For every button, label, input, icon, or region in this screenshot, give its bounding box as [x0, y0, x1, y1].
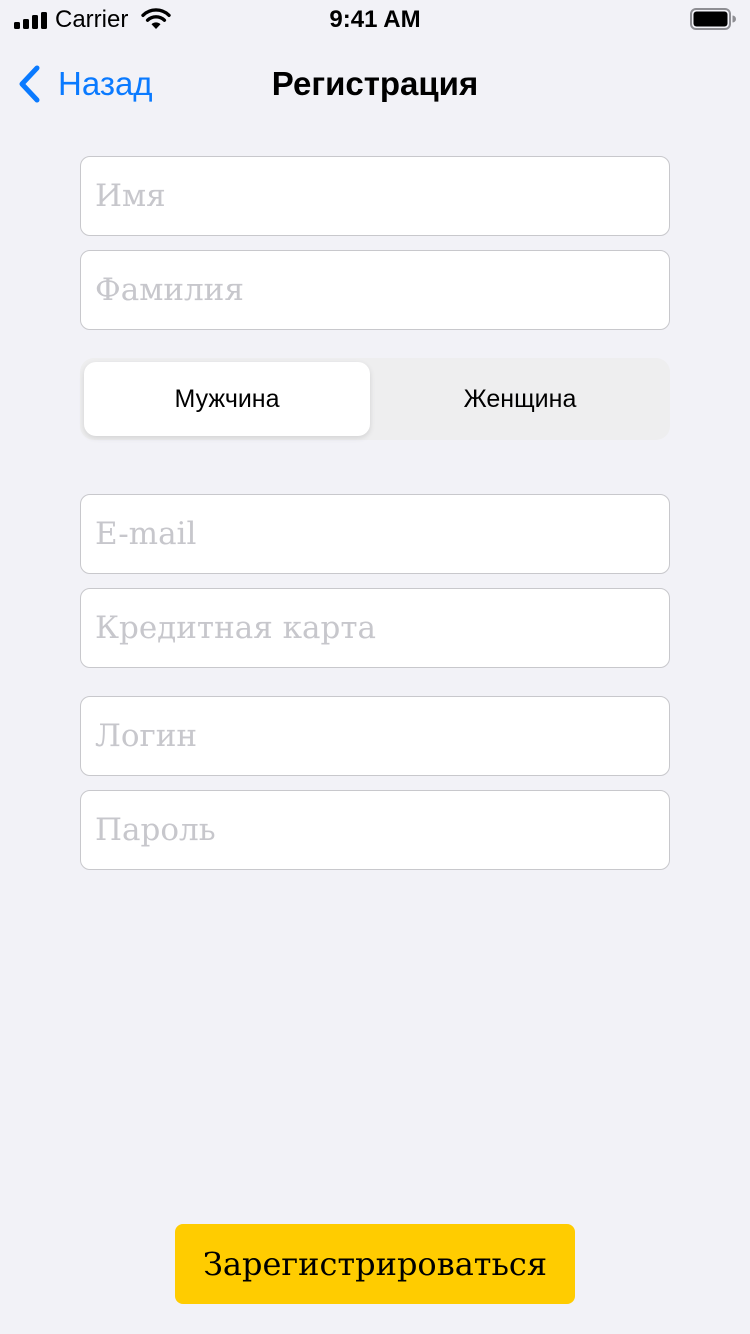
- first-name-field[interactable]: [80, 156, 670, 236]
- register-button[interactable]: Зарегистрироваться: [175, 1224, 575, 1304]
- status-bar: Carrier 9:41 AM: [0, 0, 750, 40]
- login-field[interactable]: [80, 696, 670, 776]
- credit-card-field[interactable]: [80, 588, 670, 668]
- battery-icon: [690, 8, 736, 30]
- gender-option-male[interactable]: Мужчина: [84, 362, 370, 436]
- email-field[interactable]: [80, 494, 670, 574]
- gender-option-female[interactable]: Женщина: [374, 362, 666, 436]
- status-time: 9:41 AM: [329, 6, 421, 33]
- password-field[interactable]: [80, 790, 670, 870]
- gender-segmented-control: Мужчина Женщина: [80, 358, 670, 440]
- page-title: Регистрация: [271, 65, 479, 102]
- last-name-field[interactable]: [80, 250, 670, 330]
